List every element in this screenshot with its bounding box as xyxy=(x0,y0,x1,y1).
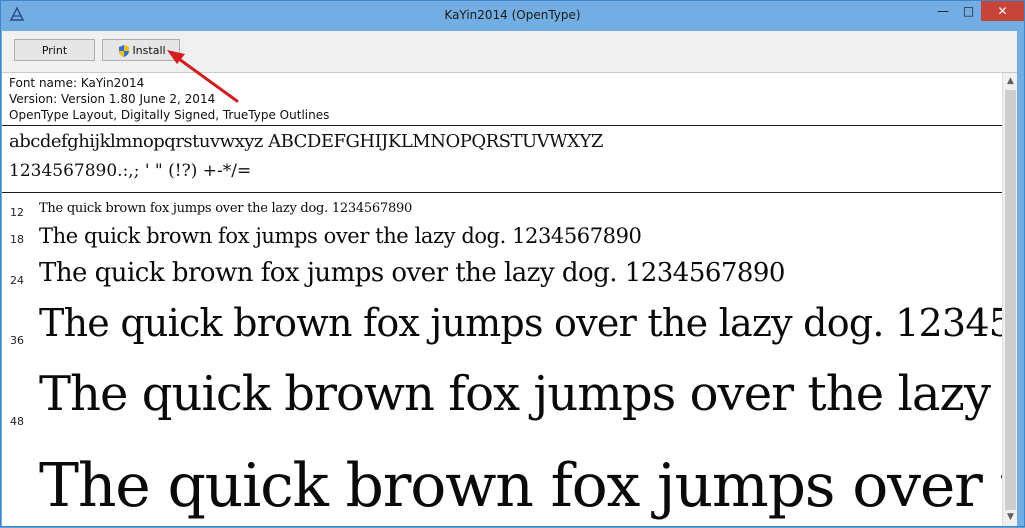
sample-row-48: 48 The quick brown fox jumps over the la… xyxy=(2,360,1002,440)
size-label: 24 xyxy=(10,274,24,287)
font-name: Font name: KaYin2014 xyxy=(9,76,145,90)
font-features: OpenType Layout, Digitally Signed, TrueT… xyxy=(9,108,330,122)
sample-text: The quick brown fox jumps over the lazy … xyxy=(39,201,412,216)
font-viewer-window: KaYin2014 (OpenType) — □ ✕ Print Install… xyxy=(0,0,1025,527)
sample-row-36: 36 The quick brown fox jumps over the la… xyxy=(2,297,1002,355)
uac-shield-icon xyxy=(119,45,129,57)
minimize-button[interactable]: — xyxy=(930,1,956,21)
divider xyxy=(2,125,1002,126)
font-version: Version: Version 1.80 June 2, 2014 xyxy=(9,92,216,106)
charset-alphabet: abcdefghijklmnopqrstuvwxyz ABCDEFGHIJKLM… xyxy=(9,131,603,152)
scroll-thumb[interactable] xyxy=(1005,90,1016,510)
sample-row-24: 24 The quick brown fox jumps over the la… xyxy=(2,254,1002,294)
size-label: 18 xyxy=(10,233,24,246)
minimize-icon: — xyxy=(937,4,949,18)
maximize-icon: □ xyxy=(962,4,975,18)
sample-row-18: 18 The quick brown fox jumps over the la… xyxy=(2,221,1002,253)
font-preview-area: Font name: KaYin2014 Version: Version 1.… xyxy=(2,73,1017,526)
scroll-down-icon[interactable]: ▼ xyxy=(1003,509,1017,526)
divider xyxy=(2,192,1002,193)
title-bar[interactable]: KaYin2014 (OpenType) — □ ✕ xyxy=(1,1,1024,31)
toolbar: Print Install xyxy=(2,31,1017,73)
install-label: Install xyxy=(132,44,166,57)
sample-text: The quick brown fox jumps over the lazy … xyxy=(39,301,1002,345)
close-button[interactable]: ✕ xyxy=(981,1,1024,21)
sample-text: The quick brown fox jumps over the lazy … xyxy=(39,366,1002,422)
vertical-scrollbar[interactable]: ▲ ▼ xyxy=(1002,73,1017,526)
window-title: KaYin2014 (OpenType) xyxy=(444,8,581,22)
sample-text: The quick brown fox jumps over the lazy … xyxy=(39,224,642,248)
scroll-up-icon[interactable]: ▲ xyxy=(1003,73,1017,90)
charset-digits: 1234567890.:,; ' " (!?) +-*/= xyxy=(9,161,252,181)
print-button[interactable]: Print xyxy=(14,39,95,61)
sample-row-12: 12 The quick brown fox jumps over the la… xyxy=(2,198,1002,220)
close-icon: ✕ xyxy=(997,4,1008,18)
install-button[interactable]: Install xyxy=(102,39,180,61)
maximize-button[interactable]: □ xyxy=(956,1,981,21)
font-info: Font name: KaYin2014 Version: Version 1.… xyxy=(9,75,329,123)
size-label: 12 xyxy=(10,206,24,219)
sample-row-60: 60 The quick brown fox jumps over the la… xyxy=(2,445,1002,526)
size-label: 48 xyxy=(10,415,24,428)
sample-text: The quick brown fox jumps over the lazy … xyxy=(39,258,785,288)
sample-text: The quick brown fox jumps over the lazy … xyxy=(39,451,1002,521)
size-label: 36 xyxy=(10,334,24,347)
